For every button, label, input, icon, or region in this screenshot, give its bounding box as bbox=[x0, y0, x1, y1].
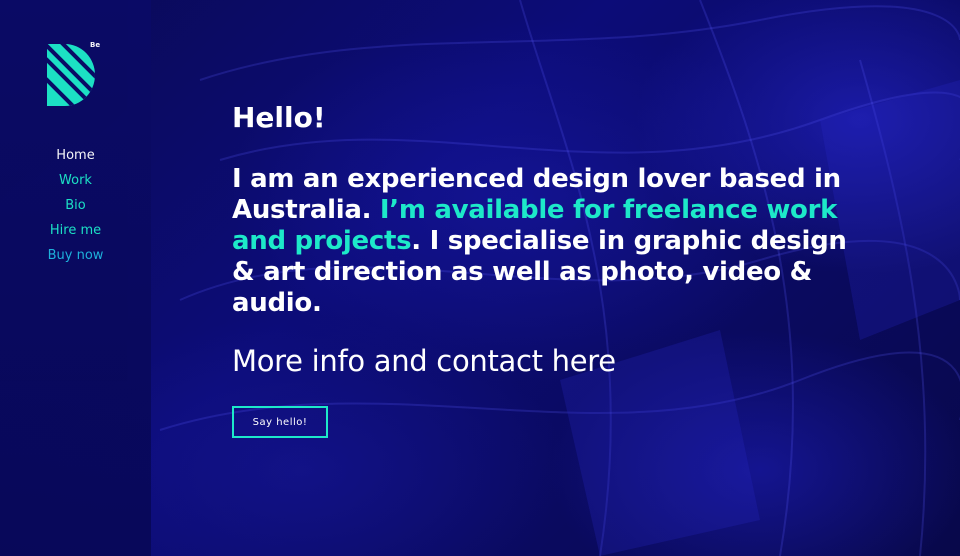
more-info-link[interactable]: More info and contact here bbox=[232, 344, 616, 378]
nav-item-hire-me[interactable]: Hire me bbox=[0, 218, 151, 243]
greeting-heading: Hello! bbox=[232, 101, 326, 134]
behance-badge[interactable]: Be bbox=[90, 41, 100, 49]
main-nav: Home Work Bio Hire me Buy now bbox=[0, 143, 151, 268]
brand-logo-icon[interactable] bbox=[47, 44, 95, 106]
intro-text: I am an experienced design lover based i… bbox=[232, 164, 852, 319]
nav-item-buy-now[interactable]: Buy now bbox=[0, 243, 151, 268]
nav-item-bio[interactable]: Bio bbox=[0, 193, 151, 218]
nav-item-work[interactable]: Work bbox=[0, 168, 151, 193]
sidebar: Be Home Work Bio Hire me Buy now bbox=[0, 0, 151, 556]
nav-item-home[interactable]: Home bbox=[0, 143, 151, 168]
say-hello-button[interactable]: Say hello! bbox=[232, 406, 328, 438]
